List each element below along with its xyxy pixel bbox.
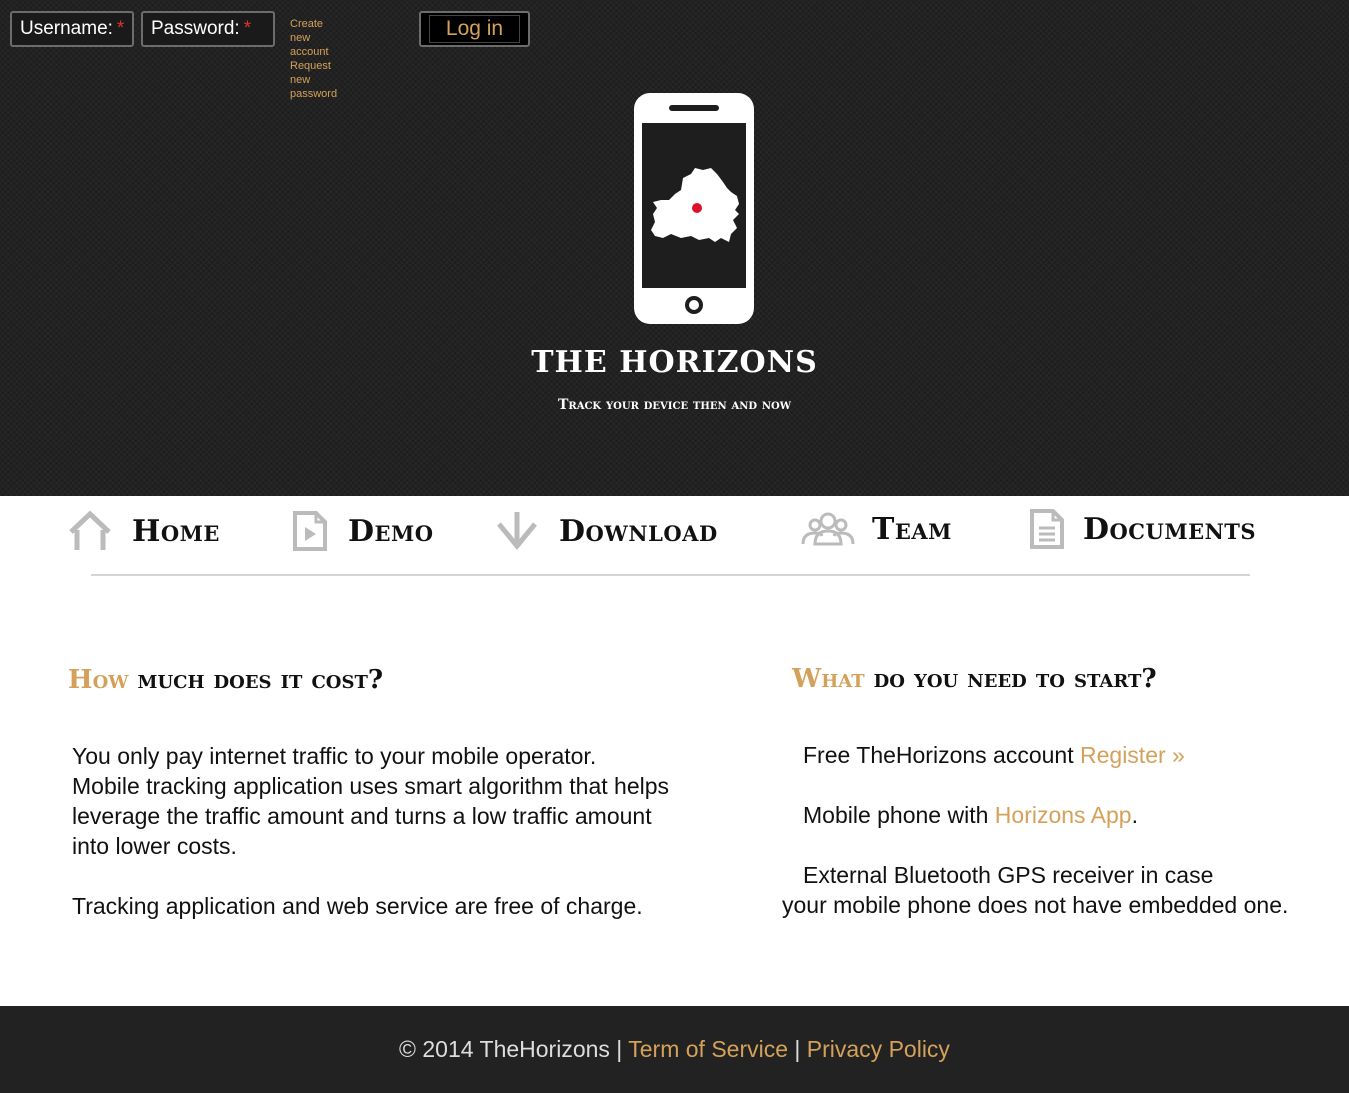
- privacy-link[interactable]: Privacy Policy: [807, 1036, 950, 1062]
- start-item-account: Free TheHorizons account Register »: [803, 740, 1185, 770]
- horizons-app-link[interactable]: Horizons App: [995, 802, 1132, 828]
- terms-link[interactable]: Term of Service: [628, 1036, 788, 1062]
- login-button[interactable]: Log in: [419, 11, 530, 47]
- password-label: Password:: [151, 18, 240, 39]
- document-icon: [1030, 509, 1064, 549]
- request-password-link[interactable]: Request new password: [290, 59, 337, 101]
- nav-item-download[interactable]: Download: [495, 506, 718, 556]
- group-icon: [801, 512, 855, 546]
- nav-label-download: Download: [559, 513, 718, 549]
- start-item-gps-line-2: your mobile phone does not have embedded…: [782, 892, 1289, 918]
- footer: © 2014 TheHorizons | Term of Service | P…: [0, 1006, 1349, 1093]
- nav-label-home: Home: [132, 513, 220, 549]
- cost-line-1: You only pay internet traffic to your mo…: [72, 743, 597, 769]
- footer-separator: |: [788, 1036, 807, 1062]
- account-links: Create new account Request new password: [290, 17, 337, 101]
- start-item-phone-text: Mobile phone with: [803, 802, 995, 828]
- nav-label-demo: Demo: [348, 513, 434, 549]
- cost-line-2: Mobile tracking application uses smart a…: [72, 773, 670, 799]
- start-item-account-text: Free TheHorizons account: [803, 742, 1080, 768]
- nav-divider: [91, 574, 1250, 576]
- hero-banner: Username: * Password: * Create new account…: [0, 0, 1349, 496]
- start-item-phone: Mobile phone with Horizons App.: [803, 800, 1138, 830]
- site-tagline: Track your device then and now: [557, 397, 791, 413]
- location-dot: [692, 203, 702, 213]
- nav-item-home[interactable]: Home: [68, 506, 220, 556]
- copyright: © 2014 TheHorizons |: [399, 1036, 629, 1062]
- password-field[interactable]: Password: *: [141, 11, 275, 47]
- phone-map-logo: [634, 93, 754, 324]
- nav-item-team[interactable]: Team: [800, 504, 952, 554]
- start-heading: What do you need to start?: [792, 664, 1157, 694]
- start-item-phone-end: .: [1131, 802, 1138, 828]
- start-heading-accent: What: [792, 664, 865, 694]
- nav-label-documents: Documents: [1083, 511, 1257, 547]
- username-label: Username:: [20, 18, 113, 39]
- cost-heading-rest: much does it cost?: [137, 665, 384, 695]
- register-link[interactable]: Register »: [1080, 742, 1185, 768]
- cost-line-3: leverage the traffic amount and turns a …: [72, 803, 652, 829]
- cost-line-4: into lower costs.: [72, 833, 237, 859]
- site-title: THE HORIZONS: [531, 345, 818, 380]
- cost-heading-accent: How: [68, 665, 129, 695]
- video-file-icon: [293, 511, 327, 551]
- start-heading-rest: do you need to start?: [873, 664, 1157, 694]
- create-account-link[interactable]: Create new account: [290, 17, 337, 59]
- required-mark: *: [243, 18, 252, 39]
- required-mark: *: [116, 18, 125, 39]
- nav-label-team: Team: [872, 511, 952, 547]
- start-item-gps-line-1: External Bluetooth GPS receiver in case: [803, 862, 1214, 888]
- cost-heading: How much does it cost?: [68, 665, 383, 695]
- nav-item-demo[interactable]: Demo: [292, 506, 434, 556]
- cost-line-5: Tracking application and web service are…: [72, 893, 643, 919]
- nav-item-documents[interactable]: Documents: [1029, 504, 1256, 554]
- download-arrow-icon: [497, 512, 537, 550]
- home-icon: [69, 510, 111, 550]
- username-field[interactable]: Username: *: [10, 11, 134, 47]
- main-nav: Home Demo Download Team Documents: [0, 496, 1349, 586]
- login-button-label: Log in: [428, 15, 521, 43]
- footer-text: © 2014 TheHorizons | Term of Service | P…: [0, 1036, 1349, 1063]
